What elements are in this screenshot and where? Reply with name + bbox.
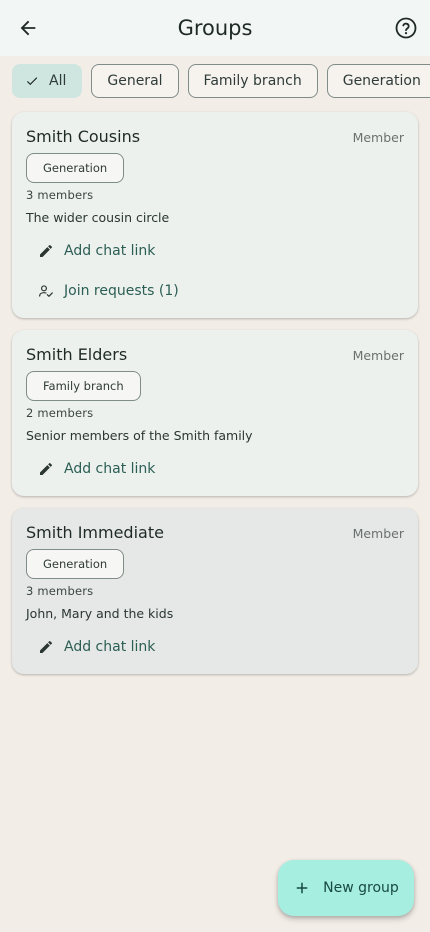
- action-label: Add chat link: [64, 639, 156, 655]
- pencil-icon: [40, 640, 53, 653]
- filter-chip-label: Generation: [342, 73, 421, 89]
- add-chat-link-button[interactable]: Add chat link: [26, 231, 404, 271]
- fab-label: New group: [323, 880, 399, 896]
- filter-chip-label: Family branch: [203, 73, 302, 89]
- filter-chip-family-branch[interactable]: Family branch: [187, 64, 318, 98]
- member-count: 3 members: [26, 188, 94, 202]
- group-type-tag: Generation: [26, 549, 125, 579]
- group-name: Smith Immediate: [26, 523, 164, 542]
- check-icon: [26, 77, 38, 86]
- group-description: The wider cousin circle: [26, 210, 170, 225]
- filter-chip-row: All General Family branch Generation: [0, 56, 430, 106]
- back-button[interactable]: [12, 12, 44, 44]
- group-card-smith-immediate[interactable]: Smith Immediate Member Generation 3 memb…: [12, 508, 418, 674]
- person-check-icon: [39, 285, 53, 297]
- action-label: Join requests (1): [64, 283, 179, 299]
- group-type-tag: Family branch: [26, 371, 141, 401]
- member-count: 2 members: [26, 406, 94, 420]
- help-button[interactable]: [390, 12, 422, 44]
- group-card-smith-elders[interactable]: Smith Elders Member Family branch 2 memb…: [12, 330, 418, 496]
- page-title: Groups: [177, 16, 253, 40]
- group-description: John, Mary and the kids: [26, 606, 174, 621]
- help-circle-icon: [395, 17, 417, 39]
- add-chat-link-button[interactable]: Add chat link: [26, 449, 404, 489]
- group-description: Senior members of the Smith family: [26, 428, 253, 443]
- action-label: Add chat link: [64, 461, 156, 477]
- group-role: Member: [352, 130, 404, 145]
- arrow-left-icon: [20, 20, 36, 36]
- group-role: Member: [352, 526, 404, 541]
- action-label: Add chat link: [64, 243, 156, 259]
- new-group-button[interactable]: New group: [278, 860, 414, 916]
- app-bar: Groups: [0, 0, 430, 56]
- filter-chip-generation[interactable]: Generation: [326, 64, 430, 98]
- join-requests-button[interactable]: Join requests (1): [26, 271, 404, 311]
- group-name: Smith Elders: [26, 345, 128, 364]
- member-count: 3 members: [26, 584, 94, 598]
- filter-chip-label: General: [107, 73, 163, 89]
- filter-chip-label: All: [49, 73, 67, 89]
- group-type-tag: Generation: [26, 153, 125, 183]
- plus-icon: [296, 882, 308, 894]
- pencil-icon: [40, 462, 53, 475]
- group-card-smith-cousins[interactable]: Smith Cousins Member Generation 3 member…: [12, 112, 418, 318]
- add-chat-link-button[interactable]: Add chat link: [26, 627, 404, 667]
- filter-chip-general[interactable]: General: [91, 64, 179, 98]
- filter-chip-all[interactable]: All: [12, 64, 83, 98]
- group-role: Member: [352, 348, 404, 363]
- group-name: Smith Cousins: [26, 127, 141, 146]
- pencil-icon: [40, 244, 53, 257]
